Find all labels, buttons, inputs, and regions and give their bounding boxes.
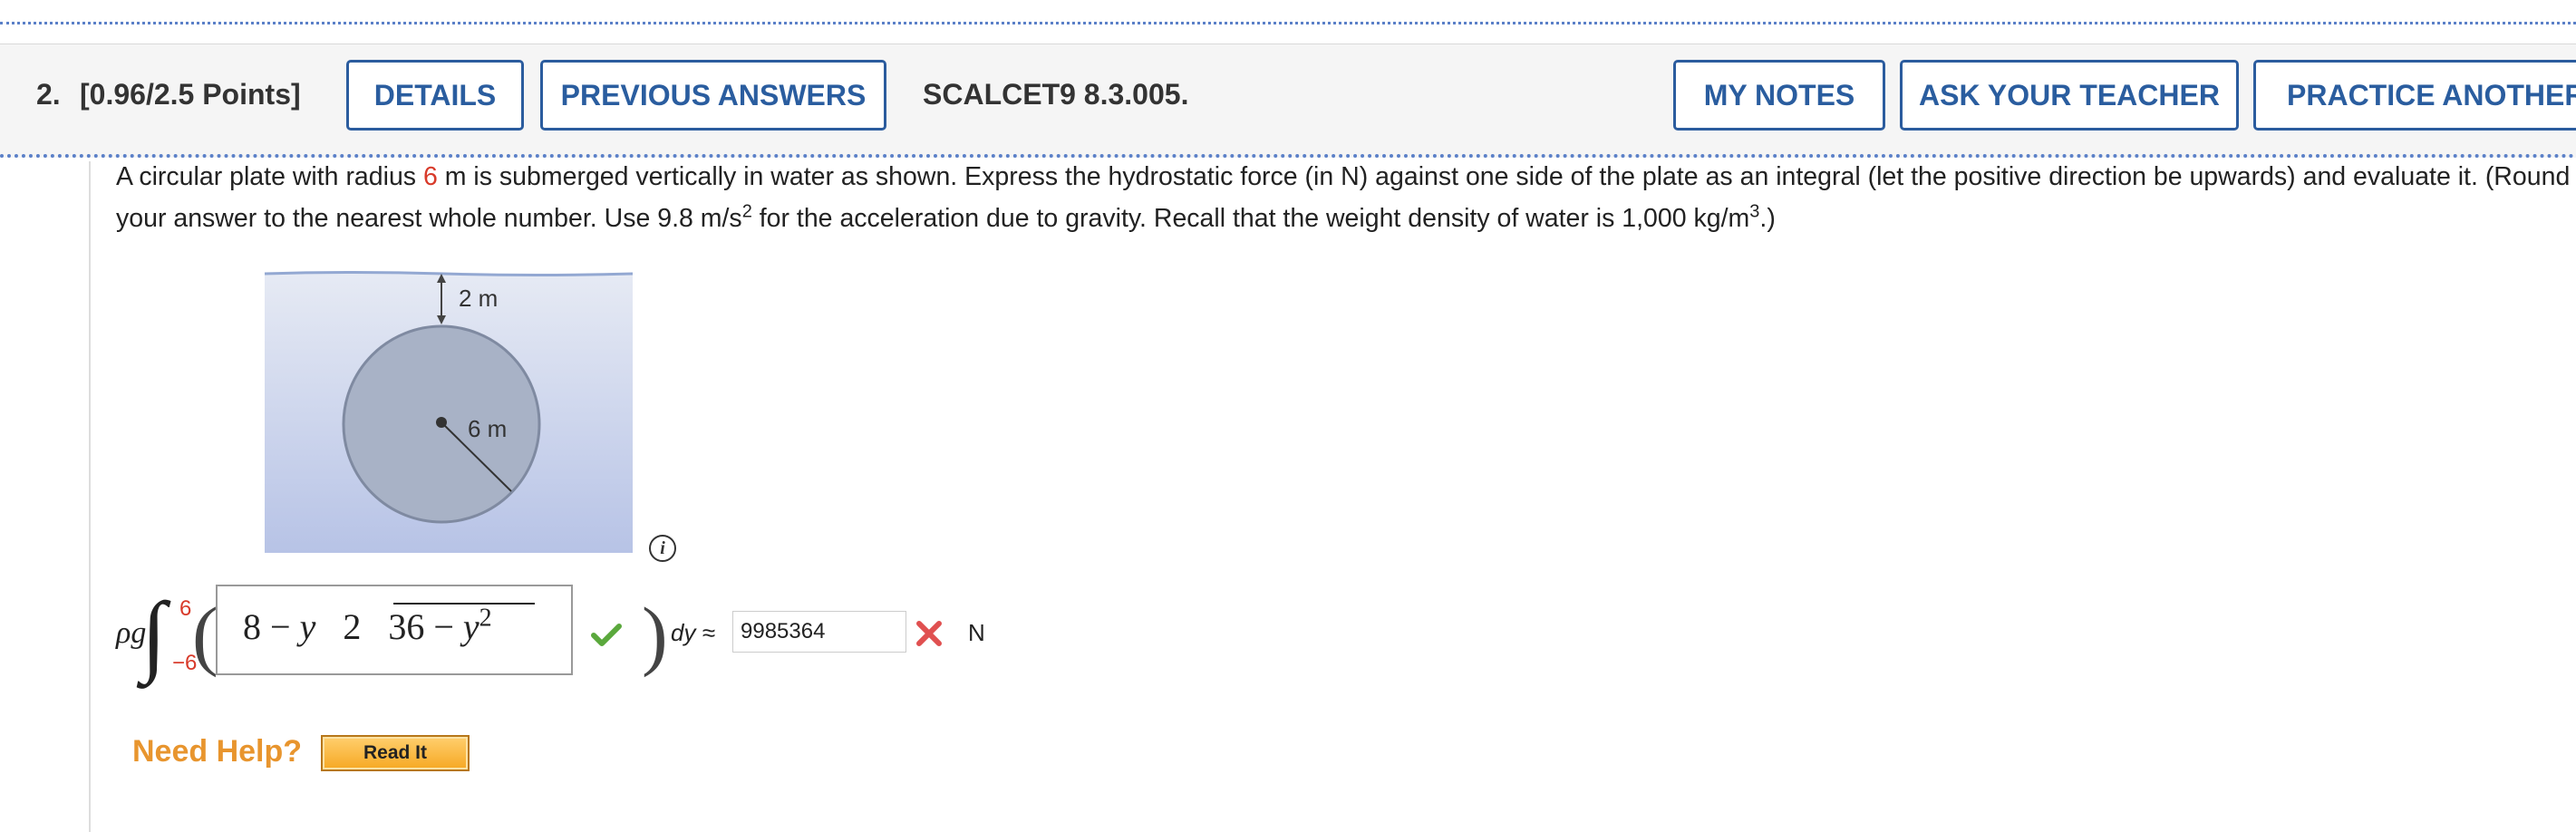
radius-label: 6 m <box>468 415 507 442</box>
previous-answers-button[interactable]: PREVIOUS ANSWERS <box>540 60 886 131</box>
info-icon[interactable]: i <box>649 535 676 562</box>
question-number: 2. <box>36 78 61 111</box>
my-notes-button[interactable]: MY NOTES <box>1673 60 1885 131</box>
integrand-exponent: 2 <box>479 604 492 633</box>
top-dotted-rule <box>0 22 2576 24</box>
integrand-text-2: 2 36 − <box>315 606 463 647</box>
sqrt-bar <box>393 603 535 605</box>
answer-unit: N <box>968 619 985 646</box>
answer-input[interactable] <box>732 611 906 653</box>
integrand-expression: 8 − y 2 36 − y2 <box>243 605 492 648</box>
ask-your-teacher-button[interactable]: ASK YOUR TEACHER <box>1900 60 2239 131</box>
integral-upper-bound: 6 <box>179 596 192 621</box>
prompt-exponent-3: 3 <box>1749 201 1760 222</box>
details-button[interactable]: DETAILS <box>346 60 524 131</box>
question-points: [0.96/2.5 Points] <box>80 78 301 111</box>
integral-sign-icon: ∫ <box>141 584 167 684</box>
problem-code: SCALCET9 8.3.005. <box>923 78 1189 111</box>
practice-another-button[interactable]: PRACTICE ANOTHER <box>2253 60 2576 131</box>
close-paren: ) <box>642 591 668 678</box>
content-left-rule <box>89 161 91 832</box>
submerged-plate-figure: 2 m 6 m <box>264 271 634 553</box>
checkmark-icon <box>591 624 622 646</box>
prompt-text-3: for the acceleration due to gravity. Rec… <box>751 204 1750 233</box>
prompt-exponent-2: 2 <box>741 201 752 222</box>
prompt-text-4: .) <box>1759 204 1776 233</box>
differential-label: dy ≈ <box>671 619 715 646</box>
integrand-text-1: 8 − <box>243 606 300 647</box>
open-paren: ( <box>192 591 218 678</box>
depth-label: 2 m <box>459 285 498 312</box>
prompt-text-1: A circular plate with radius <box>116 162 423 191</box>
question-prompt: A circular plate with radius 6 m is subm… <box>116 156 2572 239</box>
read-it-button[interactable]: Read It <box>321 735 470 771</box>
integrand-variable: y <box>299 606 316 647</box>
prompt-radius-value: 6 <box>422 162 438 191</box>
x-mark-icon <box>916 621 942 646</box>
integrand-sq-variable: y <box>462 606 479 647</box>
need-help-label: Need Help? <box>132 734 303 769</box>
